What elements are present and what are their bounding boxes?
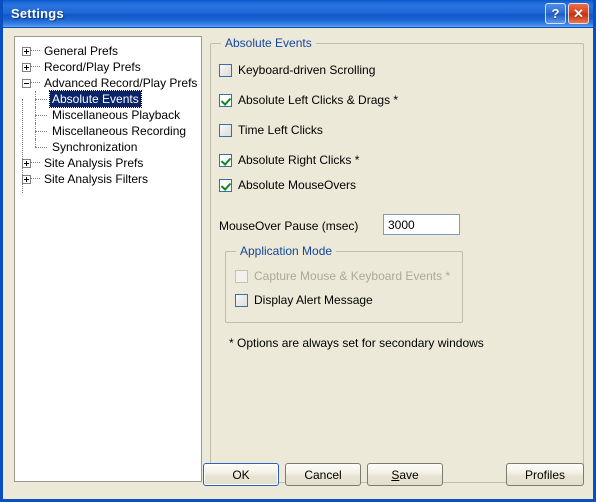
tree-item-label: Absolute Events bbox=[49, 90, 142, 108]
tree-item-miscellaneous-playback[interactable]: Miscellaneous Playback bbox=[19, 107, 199, 123]
mouseover-pause-label: MouseOver Pause (msec) bbox=[219, 219, 359, 233]
tree-item-miscellaneous-recording[interactable]: Miscellaneous Recording bbox=[19, 123, 199, 139]
group-title: Application Mode bbox=[236, 244, 337, 258]
profiles-button[interactable]: Profiles bbox=[506, 463, 584, 486]
checkbox-label: Keyboard-driven Scrolling bbox=[238, 63, 376, 77]
tree-item-label: Miscellaneous Recording bbox=[52, 124, 187, 138]
tree-connector bbox=[35, 107, 48, 123]
checkbox-keyboard-driven-scrolling[interactable]: Keyboard-driven Scrolling bbox=[219, 63, 375, 77]
checkbox-capture-mouse-keyboard-events: Capture Mouse & Keyboard Events * bbox=[235, 269, 450, 283]
absolute-events-group: Absolute Events Keyboard-driven Scrollin… bbox=[210, 36, 584, 483]
tree-connector bbox=[31, 66, 40, 68]
tree-item-label: Site Analysis Filters bbox=[44, 172, 149, 186]
tree-item-site-analysis-prefs[interactable]: Site Analysis Prefs bbox=[19, 155, 199, 171]
checkbox-label: Time Left Clicks bbox=[238, 123, 323, 137]
question-mark-icon: ? bbox=[551, 6, 560, 21]
tree-item-label: Site Analysis Prefs bbox=[44, 156, 144, 170]
checkbox-label: Absolute Left Clicks & Drags * bbox=[238, 93, 399, 107]
window-title: Settings bbox=[11, 6, 64, 21]
title-bar: Settings ? ✕ bbox=[3, 0, 593, 28]
settings-tree: General Prefs Record/Play Prefs Advanced… bbox=[15, 37, 201, 193]
footnote-text: * Options are always set for secondary w… bbox=[229, 336, 484, 350]
checkbox-label: Display Alert Message bbox=[254, 293, 373, 307]
settings-dialog-window: Settings ? ✕ General Prefs Record/Play P… bbox=[0, 0, 596, 502]
checkbox-label: Absolute Right Clicks * bbox=[238, 153, 360, 167]
dialog-client-area: General Prefs Record/Play Prefs Advanced… bbox=[3, 28, 593, 499]
expand-plus-icon[interactable] bbox=[22, 62, 31, 72]
save-button-label: Save bbox=[391, 467, 419, 482]
expand-plus-icon[interactable] bbox=[22, 174, 31, 184]
tree-item-label: Miscellaneous Playback bbox=[52, 108, 181, 122]
settings-tree-panel[interactable]: General Prefs Record/Play Prefs Advanced… bbox=[14, 36, 202, 482]
tree-item-label: Advanced Record/Play Prefs bbox=[44, 76, 198, 90]
cancel-button[interactable]: Cancel bbox=[285, 463, 361, 486]
checkbox-icon[interactable] bbox=[219, 63, 232, 77]
tree-connector bbox=[31, 162, 40, 164]
tree-item-synchronization[interactable]: Synchronization bbox=[19, 139, 199, 155]
checkbox-label: Capture Mouse & Keyboard Events * bbox=[254, 269, 451, 283]
tree-item-label: Synchronization bbox=[52, 140, 138, 154]
close-x-icon: ✕ bbox=[573, 5, 584, 21]
collapse-minus-icon[interactable] bbox=[22, 78, 31, 88]
profiles-button-label: Profiles bbox=[524, 467, 565, 482]
checkbox-absolute-right-clicks[interactable]: Absolute Right Clicks * bbox=[219, 153, 359, 167]
ok-button[interactable]: OK bbox=[203, 463, 279, 486]
cancel-button-label: Cancel bbox=[304, 467, 342, 482]
checkbox-icon[interactable] bbox=[219, 123, 232, 137]
checkbox-absolute-mouseovers[interactable]: Absolute MouseOvers bbox=[219, 178, 356, 192]
ok-button-label: OK bbox=[232, 467, 250, 482]
expand-plus-icon[interactable] bbox=[22, 158, 31, 168]
tree-connector bbox=[31, 178, 40, 180]
expand-plus-icon[interactable] bbox=[22, 46, 31, 56]
tree-item-general-prefs[interactable]: General Prefs bbox=[19, 43, 199, 59]
application-mode-group: Application Mode Capture Mouse & Keyboar… bbox=[225, 244, 463, 323]
title-bar-buttons: ? ✕ bbox=[545, 3, 589, 24]
checkbox-display-alert-message[interactable]: Display Alert Message bbox=[235, 293, 373, 307]
tree-connector bbox=[35, 139, 48, 155]
mouseover-pause-input[interactable] bbox=[383, 214, 460, 235]
checkbox-icon[interactable] bbox=[235, 293, 248, 307]
checkbox-time-left-clicks[interactable]: Time Left Clicks bbox=[219, 123, 323, 137]
group-title: Absolute Events bbox=[221, 36, 316, 50]
tree-item-site-analysis-filters[interactable]: Site Analysis Filters bbox=[19, 171, 199, 187]
tree-connector bbox=[31, 82, 40, 84]
tree-item-label: Record/Play Prefs bbox=[44, 60, 141, 74]
tree-item-record-play-prefs[interactable]: Record/Play Prefs bbox=[19, 59, 199, 75]
tree-connector bbox=[35, 123, 48, 139]
save-button[interactable]: Save bbox=[367, 463, 443, 486]
help-button[interactable]: ? bbox=[545, 3, 566, 24]
checkbox-checked-icon[interactable] bbox=[219, 153, 232, 167]
checkbox-checked-icon[interactable] bbox=[219, 178, 232, 192]
checkbox-label: Absolute MouseOvers bbox=[238, 178, 357, 192]
checkbox-disabled-icon bbox=[235, 269, 248, 283]
tree-connector bbox=[35, 91, 48, 107]
tree-connector bbox=[31, 50, 40, 52]
close-button[interactable]: ✕ bbox=[568, 3, 589, 24]
checkbox-checked-icon[interactable] bbox=[219, 93, 232, 107]
tree-item-label: General Prefs bbox=[44, 44, 119, 58]
tree-item-advanced-record-play-prefs[interactable]: Advanced Record/Play Prefs bbox=[19, 75, 199, 91]
checkbox-absolute-left-clicks-drags[interactable]: Absolute Left Clicks & Drags * bbox=[219, 93, 398, 107]
tree-item-absolute-events[interactable]: Absolute Events bbox=[19, 90, 199, 108]
